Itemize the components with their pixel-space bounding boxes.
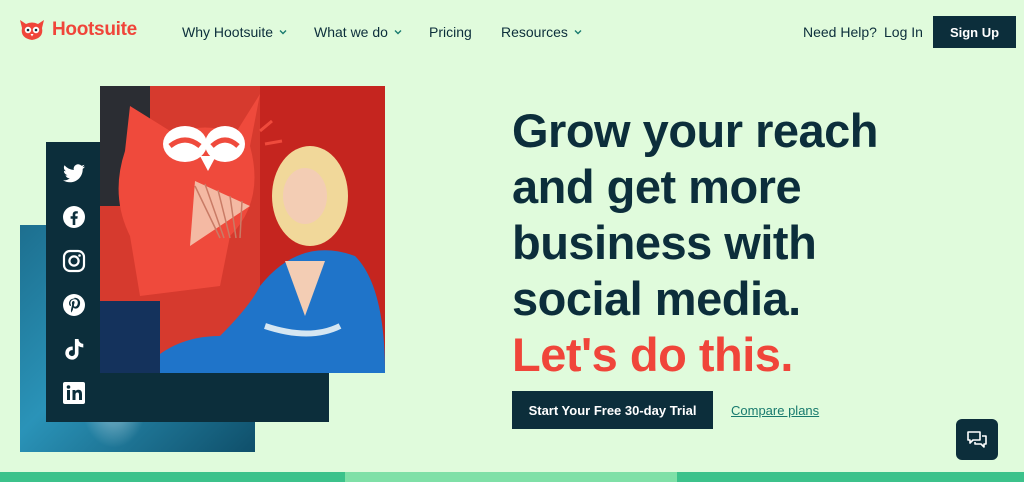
headline-line: Grow your reach: [512, 104, 879, 157]
twitter-glyph: [63, 164, 85, 183]
nav-resources[interactable]: Resources: [501, 24, 582, 40]
signup-button[interactable]: Sign Up: [933, 16, 1016, 48]
pinterest-icon[interactable]: [58, 289, 90, 321]
chevron-down-icon: [574, 30, 582, 35]
login-link[interactable]: Log In: [884, 24, 923, 40]
pinterest-glyph: [63, 294, 85, 316]
headline-accent: Let's do this.: [512, 328, 793, 381]
login-label: Log In: [884, 24, 923, 40]
nav-label: What we do: [314, 24, 388, 40]
tiktok-icon[interactable]: [58, 333, 90, 365]
bottom-strip-right: [677, 472, 1024, 482]
facebook-icon[interactable]: [58, 201, 90, 233]
tiktok-glyph: [65, 339, 84, 360]
compare-plans-link[interactable]: Compare plans: [731, 403, 819, 418]
chat-button[interactable]: [956, 419, 998, 460]
nav-why-hootsuite[interactable]: Why Hootsuite: [182, 24, 287, 40]
nav-label: Resources: [501, 24, 568, 40]
hero-headline: Grow your reach and get more business wi…: [512, 103, 972, 383]
nav-what-we-do[interactable]: What we do: [314, 24, 402, 40]
headline-line: social media.: [512, 272, 801, 325]
top-nav: Hootsuite Why Hootsuite What we do Prici…: [0, 0, 1024, 64]
instagram-icon[interactable]: [58, 245, 90, 277]
hero-photo: [100, 86, 385, 373]
owl-logo-icon: [20, 20, 44, 40]
hootsuite-logo[interactable]: Hootsuite: [18, 18, 137, 42]
start-free-trial-button[interactable]: Start Your Free 30-day Trial: [512, 391, 713, 429]
bottom-strip-left: [0, 472, 345, 482]
linkedin-glyph: [63, 382, 85, 404]
instagram-glyph: [62, 249, 86, 273]
chat-icon: [967, 430, 987, 448]
chevron-down-icon: [394, 30, 402, 35]
nav-label: Why Hootsuite: [182, 24, 274, 40]
logo-text: Hootsuite: [52, 19, 137, 40]
chevron-down-icon: [279, 30, 287, 35]
bottom-strip-middle: [345, 472, 677, 482]
linkedin-icon[interactable]: [58, 377, 90, 409]
need-help-link[interactable]: Need Help?: [803, 24, 877, 40]
headline-line: business with: [512, 216, 817, 269]
facebook-glyph: [63, 206, 85, 228]
need-help-label: Need Help?: [803, 24, 877, 40]
headline-line: and get more: [512, 160, 802, 213]
hero-illustration: [100, 86, 385, 373]
twitter-icon[interactable]: [58, 158, 90, 190]
nav-label: Pricing: [429, 24, 472, 40]
nav-pricing[interactable]: Pricing: [429, 24, 472, 40]
